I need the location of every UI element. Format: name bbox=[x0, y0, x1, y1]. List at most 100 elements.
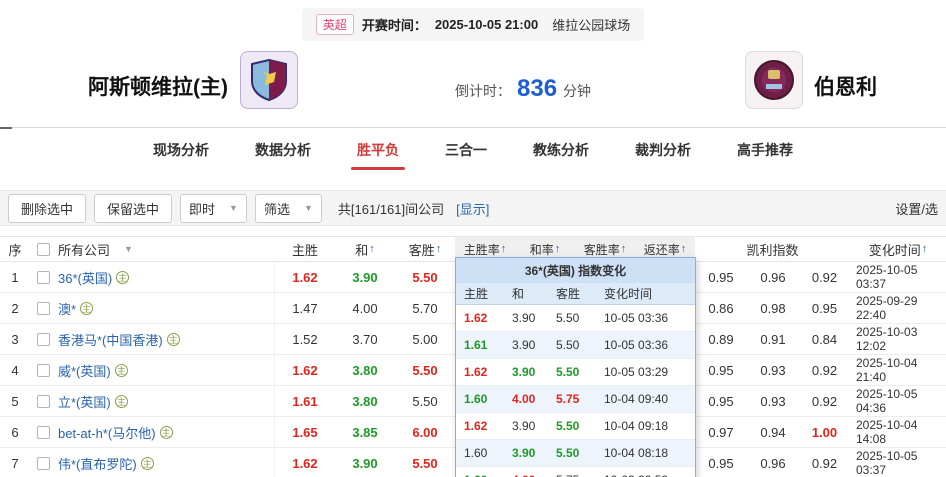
home-team-crest bbox=[240, 51, 298, 109]
row-checkbox[interactable] bbox=[37, 333, 50, 346]
sort-asc-icon: ↑ bbox=[922, 243, 928, 255]
popup-odds-draw: 3.90 bbox=[512, 419, 556, 433]
change-time: 2025-10-05 04:36 bbox=[850, 386, 946, 416]
countdown: 倒计时： 836 分钟 bbox=[455, 75, 591, 103]
popup-title: 36*(英国) 指数变化 bbox=[456, 258, 695, 283]
odds-away[interactable]: 5.70 bbox=[395, 293, 455, 323]
tab-win-draw-lose[interactable]: 胜平负 bbox=[357, 140, 399, 160]
away-team-name: 伯恩利 bbox=[814, 71, 877, 101]
odds-away[interactable]: 5.00 bbox=[395, 324, 455, 354]
odds-draw[interactable]: 3.90 bbox=[335, 448, 395, 477]
tab-referee-analysis[interactable]: 裁判分析 bbox=[635, 140, 691, 160]
odds-away[interactable]: 5.50 bbox=[395, 355, 455, 385]
company-cell: 香港马*(中国香港)主 bbox=[56, 324, 275, 354]
odds-home[interactable]: 1.65 bbox=[275, 417, 335, 447]
row-checkbox-cell bbox=[30, 324, 56, 354]
popup-header-time: 变化时间 bbox=[604, 285, 695, 302]
odds-draw[interactable]: 3.80 bbox=[335, 355, 395, 385]
sort-asc-icon: ↑ bbox=[555, 243, 561, 255]
kelly-home: 0.95 bbox=[695, 448, 747, 477]
match-info-pill: 英超 开赛时间： 2025-10-05 21:00 维拉公园球场 bbox=[302, 8, 644, 41]
kelly-away: 0.92 bbox=[799, 355, 850, 385]
header-company[interactable]: 所有公司 ▼ bbox=[56, 237, 275, 261]
row-checkbox[interactable] bbox=[37, 457, 50, 470]
kelly-draw: 0.98 bbox=[747, 293, 799, 323]
popup-odds-away: 5.75 bbox=[556, 473, 604, 477]
odds-home[interactable]: 1.62 bbox=[275, 448, 335, 477]
filter-select[interactable]: 筛选 ▼ bbox=[255, 194, 322, 223]
popup-row: 1.60 4.00 5.75 10-04 09:40 bbox=[456, 386, 695, 413]
odds-home[interactable]: 1.61 bbox=[275, 386, 335, 416]
odds-home[interactable]: 1.47 bbox=[275, 293, 335, 323]
header-draw[interactable]: 和↑ bbox=[335, 237, 395, 261]
time-mode-value: 即时 bbox=[189, 199, 215, 218]
header-home-win[interactable]: 主胜 bbox=[275, 237, 335, 261]
popup-odds-home: 1.60 bbox=[464, 392, 512, 406]
odds-draw[interactable]: 4.00 bbox=[335, 293, 395, 323]
row-checkbox-cell bbox=[30, 417, 56, 447]
row-checkbox[interactable] bbox=[37, 271, 50, 284]
odds-draw[interactable]: 3.70 bbox=[335, 324, 395, 354]
popup-change-time: 10-05 03:36 bbox=[604, 338, 695, 352]
company-link[interactable]: 立*(英国) bbox=[58, 392, 111, 411]
kelly-away: 0.92 bbox=[799, 262, 850, 292]
odds-home[interactable]: 1.52 bbox=[275, 324, 335, 354]
row-seq: 7 bbox=[0, 448, 30, 477]
delete-selected-button[interactable]: 删除选中 bbox=[8, 194, 86, 223]
header-change-time[interactable]: 变化时间↑ bbox=[850, 237, 946, 261]
row-checkbox-cell bbox=[30, 448, 56, 477]
select-all-checkbox[interactable] bbox=[37, 243, 50, 256]
company-cell: bet-at-h*(马尔他) 主 bbox=[56, 417, 275, 447]
tab-live-analysis[interactable]: 现场分析 bbox=[153, 140, 209, 160]
header-draw-rate-label: 和率 bbox=[530, 241, 554, 258]
league-badge[interactable]: 英超 bbox=[316, 14, 354, 35]
home-odds-badge-icon: 主 bbox=[80, 302, 93, 315]
company-link[interactable]: 香港马*(中国香港) bbox=[58, 330, 163, 349]
row-seq: 1 bbox=[0, 262, 30, 292]
odds-home[interactable]: 1.62 bbox=[275, 355, 335, 385]
popup-change-time: 10-05 03:29 bbox=[604, 365, 695, 379]
tab-data-analysis[interactable]: 数据分析 bbox=[255, 140, 311, 160]
odds-away[interactable]: 5.50 bbox=[395, 386, 455, 416]
odds-draw[interactable]: 3.85 bbox=[335, 417, 395, 447]
company-cell: 36*(英国)主 bbox=[56, 262, 275, 292]
header-away-rate-label: 客胜率 bbox=[584, 241, 620, 258]
keep-selected-button[interactable]: 保留选中 bbox=[94, 194, 172, 223]
header-home-label: 主胜 bbox=[292, 240, 318, 259]
odds-away[interactable]: 6.00 bbox=[395, 417, 455, 447]
company-link[interactable]: bet-at-h*(马尔他) bbox=[58, 423, 156, 442]
time-mode-select[interactable]: 即时 ▼ bbox=[180, 194, 247, 223]
row-checkbox[interactable] bbox=[37, 364, 50, 377]
sort-asc-icon: ↑ bbox=[436, 243, 442, 255]
tab-three-in-one[interactable]: 三合一 bbox=[445, 140, 487, 160]
odds-away[interactable]: 5.50 bbox=[395, 262, 455, 292]
company-link[interactable]: 36*(英国) bbox=[58, 268, 112, 287]
row-checkbox[interactable] bbox=[37, 426, 50, 439]
popup-header-home: 主胜 bbox=[464, 285, 512, 302]
settings-link[interactable]: 设置/选 bbox=[895, 199, 938, 218]
odds-away[interactable]: 5.50 bbox=[395, 448, 455, 477]
odds-draw[interactable]: 3.80 bbox=[335, 386, 395, 416]
tab-coach-analysis[interactable]: 教练分析 bbox=[533, 140, 589, 160]
show-link[interactable]: [显示] bbox=[456, 199, 489, 218]
popup-row: 1.60 4.00 5.75 10-03 22:52 bbox=[456, 467, 695, 477]
change-time: 2025-10-04 14:08 bbox=[850, 417, 946, 447]
company-link[interactable]: 伟*(直布罗陀) bbox=[58, 454, 137, 473]
header-away-win[interactable]: 客胜↑ bbox=[395, 237, 455, 261]
row-seq: 4 bbox=[0, 355, 30, 385]
tab-expert-picks[interactable]: 高手推荐 bbox=[737, 140, 793, 160]
row-checkbox[interactable] bbox=[37, 395, 50, 408]
popup-odds-away: 5.50 bbox=[556, 338, 604, 352]
kelly-draw: 0.96 bbox=[747, 448, 799, 477]
odds-home[interactable]: 1.62 bbox=[275, 262, 335, 292]
company-link[interactable]: 澳* bbox=[58, 299, 76, 318]
kelly-draw: 0.94 bbox=[747, 417, 799, 447]
popup-odds-away: 5.50 bbox=[556, 311, 604, 325]
odds-draw[interactable]: 3.90 bbox=[335, 262, 395, 292]
home-odds-badge-icon: 主 bbox=[160, 426, 173, 439]
row-checkbox[interactable] bbox=[37, 302, 50, 315]
header-away-label: 客胜 bbox=[409, 240, 435, 259]
row-checkbox-cell bbox=[30, 293, 56, 323]
away-team-crest bbox=[745, 51, 803, 109]
company-link[interactable]: 威*(英国) bbox=[58, 361, 111, 380]
